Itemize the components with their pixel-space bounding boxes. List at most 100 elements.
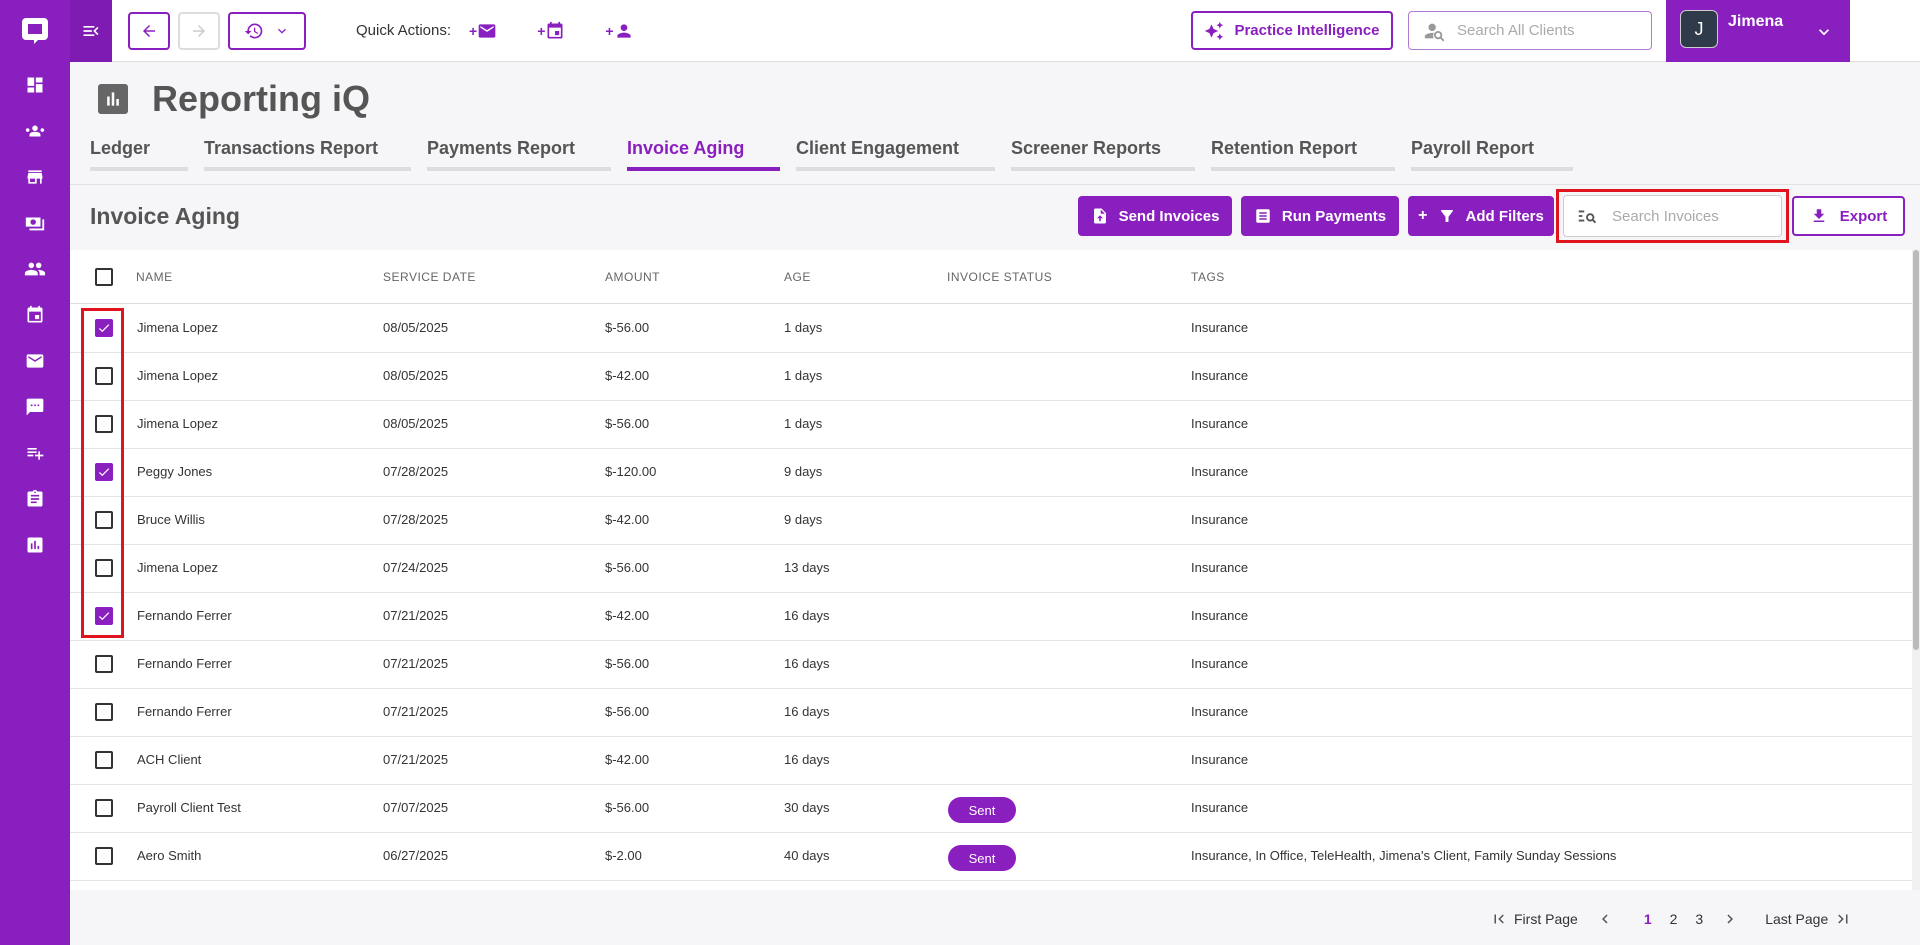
row-checkbox[interactable]	[95, 319, 113, 337]
cell-tags: Insurance	[1191, 608, 1249, 623]
menu-toggle-button[interactable]	[70, 0, 112, 62]
sidebar-item-calendar[interactable]	[0, 292, 70, 338]
row-checkbox[interactable]	[95, 751, 113, 769]
cell-name: Peggy Jones	[137, 464, 213, 479]
table-row[interactable]: Payroll Client Test 07/07/2025 $-56.00 30 d…	[70, 785, 1912, 833]
row-checkbox[interactable]	[95, 415, 113, 433]
row-checkbox[interactable]	[95, 703, 113, 721]
cell-service-date: 08/05/2025	[383, 416, 449, 431]
page-number-3[interactable]: 3	[1695, 911, 1703, 927]
row-checkbox[interactable]	[95, 559, 113, 577]
add-filters-button[interactable]: + Add Filters	[1408, 196, 1554, 236]
tab-payments-report[interactable]: Payments Report	[427, 138, 611, 171]
column-header-invoice-status[interactable]: INVOICE STATUS	[947, 270, 1052, 284]
table-scrollbar[interactable]	[1912, 250, 1920, 890]
table-row[interactable]: ACH Client 07/21/2025 $-42.00 16 days Insura…	[70, 737, 1912, 785]
practice-intelligence-button[interactable]: Practice Intelligence	[1191, 11, 1393, 50]
cell-amount: $-42.00	[605, 368, 650, 383]
sidebar-item-reports[interactable]	[0, 522, 70, 568]
table-row[interactable]: Jimena Lopez 08/05/2025 $-56.00 1 days Insur…	[70, 401, 1912, 449]
next-page-button[interactable]	[1721, 910, 1739, 928]
cell-age: 16 days	[784, 704, 830, 719]
forward-button[interactable]	[178, 11, 220, 50]
row-checkbox[interactable]	[95, 463, 113, 481]
table-row[interactable]: Fernando Ferrer 07/21/2025 $-56.00 16 days I…	[70, 641, 1912, 689]
column-header-name[interactable]: NAME	[136, 270, 173, 284]
sidebar-item-clients[interactable]	[0, 246, 70, 292]
table-row[interactable]: Jimena Lopez 07/24/2025 $-56.00 13 days Insu…	[70, 545, 1912, 593]
quick-add-message-button[interactable]: +	[469, 21, 497, 41]
last-page-icon	[1838, 914, 1848, 924]
row-checkbox[interactable]	[95, 367, 113, 385]
history-button[interactable]	[228, 11, 306, 50]
back-button[interactable]	[128, 11, 170, 50]
chevron-down-icon	[1819, 29, 1829, 36]
chevron-right-icon	[1727, 914, 1734, 924]
clipboard-icon	[27, 489, 43, 507]
table-row[interactable]: Jimena Lopez 08/05/2025 $-42.00 1 days Insur…	[70, 353, 1912, 401]
column-header-service-date[interactable]: SERVICE DATE	[383, 270, 476, 284]
column-header-tags[interactable]: TAGS	[1191, 270, 1225, 284]
table-row[interactable]: Fernando Ferrer 07/21/2025 $-56.00 16 days I…	[70, 689, 1912, 737]
tab-transactions-report[interactable]: Transactions Report	[204, 138, 411, 171]
row-checkbox[interactable]	[95, 799, 113, 817]
cell-service-date: 07/28/2025	[383, 512, 449, 527]
quick-add-appointment-button[interactable]: +	[537, 21, 565, 41]
sidebar-item-notes[interactable]	[0, 430, 70, 476]
run-payments-button[interactable]: Run Payments	[1241, 196, 1399, 236]
table-row[interactable]: Fernando Ferrer 07/21/2025 $-42.00 16 days I…	[70, 593, 1912, 641]
select-all-checkbox[interactable]	[95, 268, 113, 286]
client-search-input[interactable]	[1457, 22, 1637, 39]
app-logo[interactable]	[0, 0, 70, 62]
sidebar-item-billing[interactable]	[0, 200, 70, 246]
cell-amount: $-120.00	[605, 464, 657, 479]
row-checkbox[interactable]	[95, 511, 113, 529]
page-number-1[interactable]: 1	[1644, 911, 1652, 927]
row-checkbox[interactable]	[95, 607, 113, 625]
quick-add-client-button[interactable]: +	[605, 21, 633, 41]
row-checkbox[interactable]	[95, 847, 113, 865]
row-checkbox[interactable]	[95, 655, 113, 673]
cell-name: Jimena Lopez	[137, 416, 218, 431]
table-row[interactable]: Peggy Jones 07/28/2025 $-120.00 9 days Insur…	[70, 449, 1912, 497]
tab-ledger[interactable]: Ledger	[90, 138, 188, 171]
tab-invoice-aging[interactable]: Invoice Aging	[627, 138, 780, 171]
money-icon	[25, 217, 45, 231]
sidebar-item-store[interactable]	[0, 154, 70, 200]
sidebar	[0, 0, 70, 945]
invoice-search-input[interactable]	[1612, 207, 1762, 225]
cell-tags: Insurance	[1191, 752, 1249, 767]
scrollbar-thumb[interactable]	[1913, 250, 1919, 650]
cell-name: Jimena Lopez	[137, 320, 218, 335]
last-page-button[interactable]: Last Page	[1765, 910, 1852, 928]
export-button[interactable]: Export	[1792, 196, 1905, 236]
first-page-button[interactable]: First Page	[1490, 910, 1578, 928]
sidebar-item-mail[interactable]	[0, 338, 70, 384]
cell-age: 1 days	[784, 368, 823, 383]
table-row[interactable]: Aero Smith 06/27/2025 $-2.00 40 days Sent Ins…	[70, 833, 1912, 881]
user-menu[interactable]: J Jimena	[1666, 0, 1850, 62]
tab-client-engagement[interactable]: Client Engagement	[796, 138, 995, 171]
chevron-left-icon	[1601, 914, 1608, 924]
table-row[interactable]: Jimena Lopez 08/05/2025 $-56.00 1 days Insur…	[70, 305, 1912, 353]
check-icon	[98, 324, 110, 333]
sidebar-item-messages[interactable]	[0, 384, 70, 430]
run-payments-label: Run Payments	[1281, 207, 1387, 225]
report-tabs: Ledger Transactions Report Payments Repo…	[90, 138, 1589, 171]
cell-amount: $-56.00	[605, 704, 650, 719]
sidebar-item-groups[interactable]	[0, 108, 70, 154]
column-header-age[interactable]: AGE	[784, 270, 811, 284]
cell-name: Fernando Ferrer	[137, 656, 232, 671]
tab-screener-reports[interactable]: Screener Reports	[1011, 138, 1195, 171]
add-prefix: +	[1418, 207, 1428, 224]
previous-page-button[interactable]	[1596, 910, 1614, 928]
check-icon	[98, 612, 110, 621]
tab-retention-report[interactable]: Retention Report	[1211, 138, 1395, 171]
tab-payroll-report[interactable]: Payroll Report	[1411, 138, 1573, 171]
column-header-amount[interactable]: AMOUNT	[605, 270, 660, 284]
table-row[interactable]: Bruce Willis 07/28/2025 $-42.00 9 days Insur…	[70, 497, 1912, 545]
page-number-2[interactable]: 2	[1670, 911, 1678, 927]
sidebar-item-assignments[interactable]	[0, 476, 70, 522]
sidebar-item-dashboard[interactable]	[0, 62, 70, 108]
send-invoices-button[interactable]: Send Invoices	[1078, 196, 1232, 236]
